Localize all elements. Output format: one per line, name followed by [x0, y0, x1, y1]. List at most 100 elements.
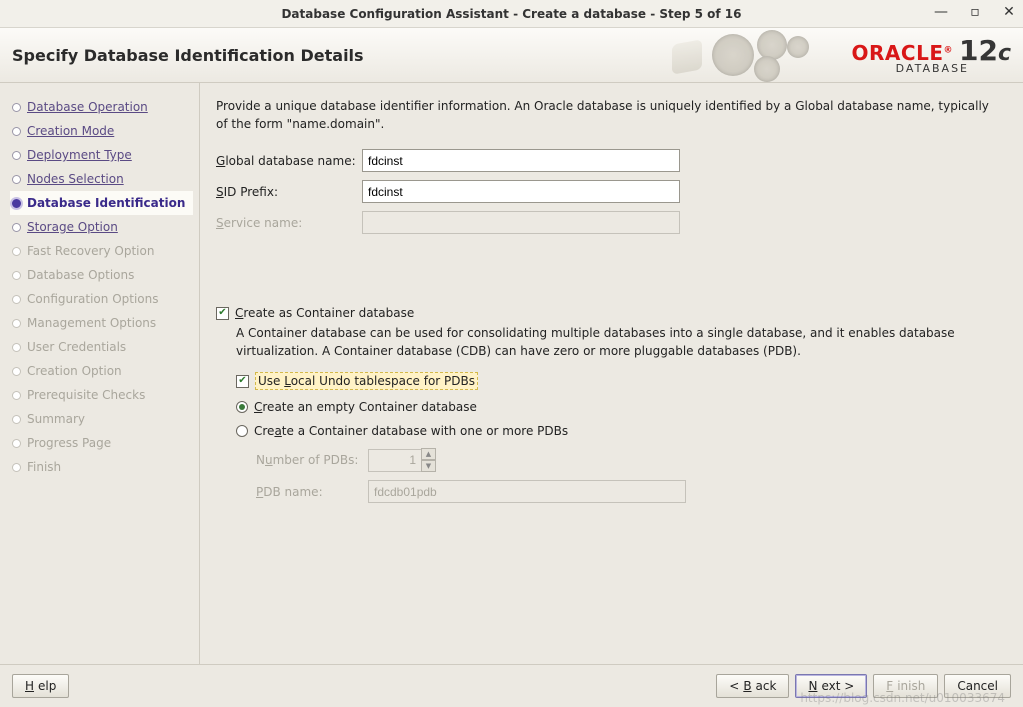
- close-icon[interactable]: ✕: [1001, 4, 1017, 20]
- local-undo-row[interactable]: Use Local Undo tablespace for PDBs: [236, 372, 1003, 390]
- step-dot-icon: [12, 247, 21, 256]
- step-dot-icon: [12, 199, 21, 208]
- step-label: Finish: [27, 460, 61, 474]
- help-button[interactable]: Help: [12, 674, 69, 698]
- step-nodes-selection[interactable]: Nodes Selection: [10, 167, 193, 191]
- num-pdbs-spinner: ▲ ▼: [421, 448, 436, 472]
- step-dot-icon: [12, 151, 21, 160]
- service-name-input: [362, 211, 680, 234]
- step-deployment-type[interactable]: Deployment Type: [10, 143, 193, 167]
- step-label: Prerequisite Checks: [27, 388, 145, 402]
- step-finish: Finish: [10, 455, 193, 479]
- window-title: Database Configuration Assistant - Creat…: [281, 7, 741, 21]
- num-pdbs-input: [368, 449, 422, 472]
- window-controls: — ▫ ✕: [933, 4, 1017, 20]
- step-dot-icon: [12, 295, 21, 304]
- step-label: Deployment Type: [27, 148, 132, 162]
- minimize-icon[interactable]: —: [933, 4, 949, 20]
- step-dot-icon: [12, 319, 21, 328]
- step-progress-page: Progress Page: [10, 431, 193, 455]
- step-label: Management Options: [27, 316, 156, 330]
- step-label: Fast Recovery Option: [27, 244, 154, 258]
- pdb-name-input: [368, 480, 686, 503]
- step-database-identification[interactable]: Database Identification: [10, 191, 193, 215]
- local-undo-label: Use Local Undo tablespace for PDBs: [255, 372, 478, 390]
- global-db-name-label: Global database name:: [216, 154, 362, 168]
- step-dot-icon: [12, 463, 21, 472]
- step-dot-icon: [12, 367, 21, 376]
- num-pdbs-row: Number of PDBs: ▲ ▼: [256, 448, 1003, 472]
- create-container-checkbox[interactable]: [216, 307, 229, 320]
- step-database-operation[interactable]: Database Operation: [10, 95, 193, 119]
- oracle-logo: ORACLE® 12c DATABASE: [852, 37, 1011, 74]
- pdb-name-label: PDB name:: [256, 485, 368, 499]
- step-user-credentials: User Credentials: [10, 335, 193, 359]
- step-label: User Credentials: [27, 340, 126, 354]
- sid-prefix-row: SID Prefix:: [216, 180, 1003, 203]
- service-name-label: Service name:: [216, 216, 362, 230]
- spinner-up-icon: ▲: [421, 448, 436, 460]
- step-label: Progress Page: [27, 436, 111, 450]
- num-pdbs-label: Number of PDBs:: [256, 453, 368, 467]
- step-dot-icon: [12, 127, 21, 136]
- global-db-name-input[interactable]: [362, 149, 680, 172]
- back-button[interactable]: < Back: [716, 674, 789, 698]
- step-management-options: Management Options: [10, 311, 193, 335]
- step-label: Database Identification: [27, 196, 185, 210]
- with-pdbs-radio[interactable]: [236, 425, 248, 437]
- finish-button: Finish: [873, 674, 938, 698]
- step-creation-mode[interactable]: Creation Mode: [10, 119, 193, 143]
- step-dot-icon: [12, 439, 21, 448]
- step-summary: Summary: [10, 407, 193, 431]
- header-graphics: ORACLE® 12c DATABASE: [702, 28, 1011, 83]
- step-label: Creation Option: [27, 364, 122, 378]
- with-pdbs-label: Create a Container database with one or …: [254, 424, 568, 438]
- empty-container-label: Create an empty Container database: [254, 400, 477, 414]
- gears-decoration: [702, 28, 842, 83]
- create-container-row[interactable]: Create as Container database: [216, 306, 1003, 320]
- wizard-window: Database Configuration Assistant - Creat…: [0, 0, 1023, 707]
- sid-prefix-label: SID Prefix:: [216, 185, 362, 199]
- page-title: Specify Database Identification Details: [12, 46, 364, 65]
- step-creation-option: Creation Option: [10, 359, 193, 383]
- step-dot-icon: [12, 175, 21, 184]
- spinner-down-icon: ▼: [421, 460, 436, 472]
- container-description: A Container database can be used for con…: [236, 324, 1003, 360]
- step-label: Creation Mode: [27, 124, 114, 138]
- pdb-name-row: PDB name:: [256, 480, 1003, 503]
- step-label: Nodes Selection: [27, 172, 124, 186]
- footer-bar: Help < Back Next > Finish Cancel: [0, 665, 1023, 707]
- titlebar: Database Configuration Assistant - Creat…: [0, 0, 1023, 28]
- cancel-button[interactable]: Cancel: [944, 674, 1011, 698]
- step-label: Database Options: [27, 268, 134, 282]
- steps-sidebar: Database Operation Creation Mode Deploymen…: [0, 83, 200, 664]
- main-panel: Provide a unique database identifier inf…: [200, 83, 1023, 664]
- step-dot-icon: [12, 103, 21, 112]
- step-storage-option[interactable]: Storage Option: [10, 215, 193, 239]
- empty-container-row[interactable]: Create an empty Container database: [236, 400, 1003, 414]
- with-pdbs-row[interactable]: Create a Container database with one or …: [236, 424, 1003, 438]
- empty-container-radio[interactable]: [236, 401, 248, 413]
- step-dot-icon: [12, 415, 21, 424]
- local-undo-checkbox[interactable]: [236, 375, 249, 388]
- wizard-body: Database Operation Creation Mode Deploymen…: [0, 83, 1023, 665]
- step-prerequisite-checks: Prerequisite Checks: [10, 383, 193, 407]
- step-dot-icon: [12, 391, 21, 400]
- step-database-options: Database Options: [10, 263, 193, 287]
- next-button[interactable]: Next >: [795, 674, 867, 698]
- step-configuration-options: Configuration Options: [10, 287, 193, 311]
- service-name-row: Service name:: [216, 211, 1003, 234]
- intro-text: Provide a unique database identifier inf…: [216, 97, 1003, 133]
- step-dot-icon: [12, 343, 21, 352]
- maximize-icon[interactable]: ▫: [967, 4, 983, 20]
- global-db-name-row: Global database name:: [216, 149, 1003, 172]
- step-label: Database Operation: [27, 100, 148, 114]
- step-dot-icon: [12, 271, 21, 280]
- create-container-label: Create as Container database: [235, 306, 414, 320]
- sid-prefix-input[interactable]: [362, 180, 680, 203]
- step-dot-icon: [12, 223, 21, 232]
- step-label: Configuration Options: [27, 292, 159, 306]
- step-label: Storage Option: [27, 220, 118, 234]
- step-fast-recovery-option: Fast Recovery Option: [10, 239, 193, 263]
- header-strip: Specify Database Identification Details …: [0, 28, 1023, 83]
